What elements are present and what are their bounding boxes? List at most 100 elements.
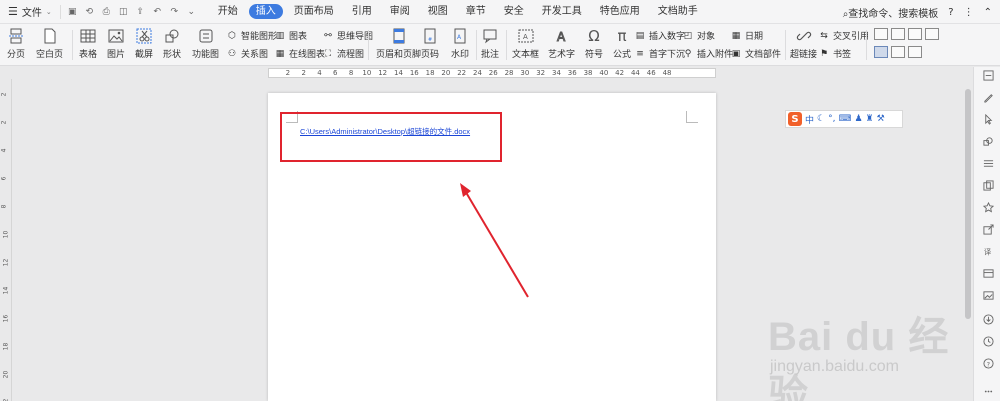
vertical-ruler[interactable]: 2246810121416182022 <box>0 79 12 401</box>
blank-page-label: 空白页 <box>36 50 64 60</box>
shapes-panel-icon[interactable] <box>982 135 994 147</box>
command-search[interactable]: ⌕查找命令、搜索模板 <box>843 5 939 20</box>
punctuation-icon[interactable]: °, <box>828 114 835 124</box>
watermark-button[interactable]: A 水印 <box>450 27 470 60</box>
divider <box>476 30 477 60</box>
horizontal-ruler[interactable]: 2 2 4 6 8 10 12 14 16 18 20 22 24 26 28 30 32 34 36 38 40 42 4… <box>0 67 1000 79</box>
tab-review[interactable]: 审阅 <box>381 0 419 24</box>
relation-chart-button[interactable]: ⚇ 关系图 <box>226 47 268 61</box>
cross-ref-button[interactable]: ⇆ 交叉引用 <box>818 29 869 43</box>
function-chart-button[interactable]: 功能图 <box>192 27 219 60</box>
view-layout-button-7[interactable] <box>908 46 922 58</box>
view-layout-button-1[interactable] <box>874 28 888 40</box>
archive-icon[interactable] <box>982 267 994 279</box>
undo-history-icon[interactable]: ⟲ <box>84 6 95 17</box>
text-box-button[interactable]: A 文本框 <box>512 27 539 60</box>
view-layout-button-5[interactable] <box>874 46 888 58</box>
more-dots-icon[interactable] <box>982 385 994 397</box>
tab-chapter[interactable]: 章节 <box>457 0 495 24</box>
drop-cap-button[interactable]: ≡ 首字下沉 <box>634 47 685 61</box>
moon-icon[interactable]: ☾ <box>817 114 825 124</box>
attachment-button[interactable]: ⚲ 插入附件 <box>682 47 733 61</box>
tab-features[interactable]: 特色应用 <box>591 0 649 24</box>
export-pdf-icon[interactable]: ⇪ <box>135 6 146 17</box>
tab-view[interactable]: 视图 <box>419 0 457 24</box>
tab-insert[interactable]: 插入 <box>248 4 283 19</box>
date-button[interactable]: ▦ 日期 <box>730 29 763 43</box>
number-icon: ▤ <box>635 30 645 41</box>
user-icon[interactable]: ♟ <box>854 114 862 124</box>
wrench-icon[interactable]: ⚒ <box>877 114 885 124</box>
ime-mode-label[interactable]: 中 <box>805 113 814 126</box>
translate-icon[interactable]: 译 <box>982 245 994 257</box>
tab-page-layout[interactable]: 页面布局 <box>285 0 343 24</box>
shirt-icon[interactable]: ♜ <box>866 114 874 124</box>
save-icon[interactable]: ▣ <box>67 6 78 17</box>
page-number-button[interactable]: # 页码 <box>420 27 440 60</box>
view-layout-button-3[interactable] <box>908 28 922 40</box>
page-break-label: 分页 <box>6 50 25 60</box>
header-footer-button[interactable]: 页眉和页脚 <box>376 27 421 60</box>
share-icon[interactable] <box>982 223 994 235</box>
flowchart-button[interactable]: ⛶ 流程图 <box>322 47 364 61</box>
help-button[interactable]: ? <box>948 7 953 18</box>
file-menu-button[interactable]: ☰ 文件 ⌄ <box>0 0 60 24</box>
vertical-scrollbar[interactable] <box>963 79 973 401</box>
tab-security[interactable]: 安全 <box>495 0 533 24</box>
scrollbar-thumb[interactable] <box>965 89 971 319</box>
doc-parts-button[interactable]: ▣ 文档部件 <box>730 47 782 61</box>
style-icon[interactable] <box>982 91 994 103</box>
tab-references[interactable]: 引用 <box>343 0 381 24</box>
comment-button[interactable]: 批注 <box>480 27 500 60</box>
online-chart-button[interactable]: ▦ 在线图表 <box>274 47 325 61</box>
history-icon[interactable] <box>982 335 994 347</box>
ime-toolbar[interactable]: S 中 ☾ °, ⌨ ♟ ♜ ⚒ <box>785 110 903 128</box>
tab-doc-assistant[interactable]: 文档助手 <box>649 0 707 24</box>
keyboard-icon[interactable]: ⌨ <box>838 114 851 124</box>
symbol-button[interactable]: Ω 符号 <box>584 27 604 60</box>
star-icon[interactable] <box>982 201 994 213</box>
help-circle-icon[interactable]: ? <box>982 357 994 369</box>
view-layout-button-6[interactable] <box>891 46 905 58</box>
panel-settings-icon[interactable] <box>982 69 994 81</box>
object-button[interactable]: ◰ 对象 <box>682 29 715 43</box>
undo-icon[interactable]: ↶ <box>152 6 163 17</box>
ruler-number: 30 <box>520 69 530 77</box>
bookmark-button[interactable]: ⚑ 书签 <box>818 47 851 61</box>
more-icon[interactable]: ⋮ <box>964 7 974 18</box>
blank-page-button[interactable]: 空白页 <box>36 27 63 60</box>
print-icon[interactable]: ⎙ <box>101 6 112 17</box>
tab-start[interactable]: 开始 <box>209 0 247 24</box>
select-cursor-icon[interactable] <box>982 113 994 125</box>
mind-map-button[interactable]: ⚯ 思维导图 <box>322 29 373 43</box>
screenshot-button[interactable]: 截屏 <box>134 27 154 60</box>
picture-button[interactable]: 图片 <box>106 27 126 60</box>
chart-button[interactable]: ▥ 图表 <box>274 29 307 43</box>
screenshot-label: 截屏 <box>134 50 153 60</box>
formula-button[interactable]: π 公式 <box>612 27 632 60</box>
ruler-number: 12 <box>378 69 388 77</box>
tab-developer[interactable]: 开发工具 <box>533 0 591 24</box>
hyperlink-button[interactable]: 超链接 <box>790 27 817 60</box>
adjust-icon[interactable] <box>982 157 994 169</box>
print-preview-icon[interactable]: ◫ <box>118 6 129 17</box>
collapse-ribbon-icon[interactable]: ⌃ <box>984 7 992 18</box>
ruler-number: 14 <box>394 69 403 77</box>
doc-parts-label: 文档部件 <box>745 50 782 60</box>
copy-icon[interactable] <box>982 179 994 191</box>
shape-button[interactable]: 形状 <box>162 27 182 60</box>
download-icon[interactable] <box>982 313 994 325</box>
table-button[interactable]: 表格 <box>78 27 98 60</box>
page-break-button[interactable]: 分页 <box>6 27 26 60</box>
insert-number-button[interactable]: ▤ 插入数字 <box>634 29 685 43</box>
watermark-icon: A <box>450 27 470 45</box>
art-text-label: 艺术字 <box>548 50 576 60</box>
customize-icon[interactable]: ⌄ <box>186 6 197 17</box>
image-panel-icon[interactable] <box>982 289 994 301</box>
view-layout-button-2[interactable] <box>891 28 905 40</box>
redo-icon[interactable]: ↷ <box>169 6 180 17</box>
ruler-number: 16 <box>2 314 10 323</box>
smart-art-button[interactable]: ⬡ 智能图形 <box>226 29 277 43</box>
view-layout-button-4[interactable] <box>925 28 939 40</box>
art-text-button[interactable]: A 艺术字 <box>548 27 576 61</box>
